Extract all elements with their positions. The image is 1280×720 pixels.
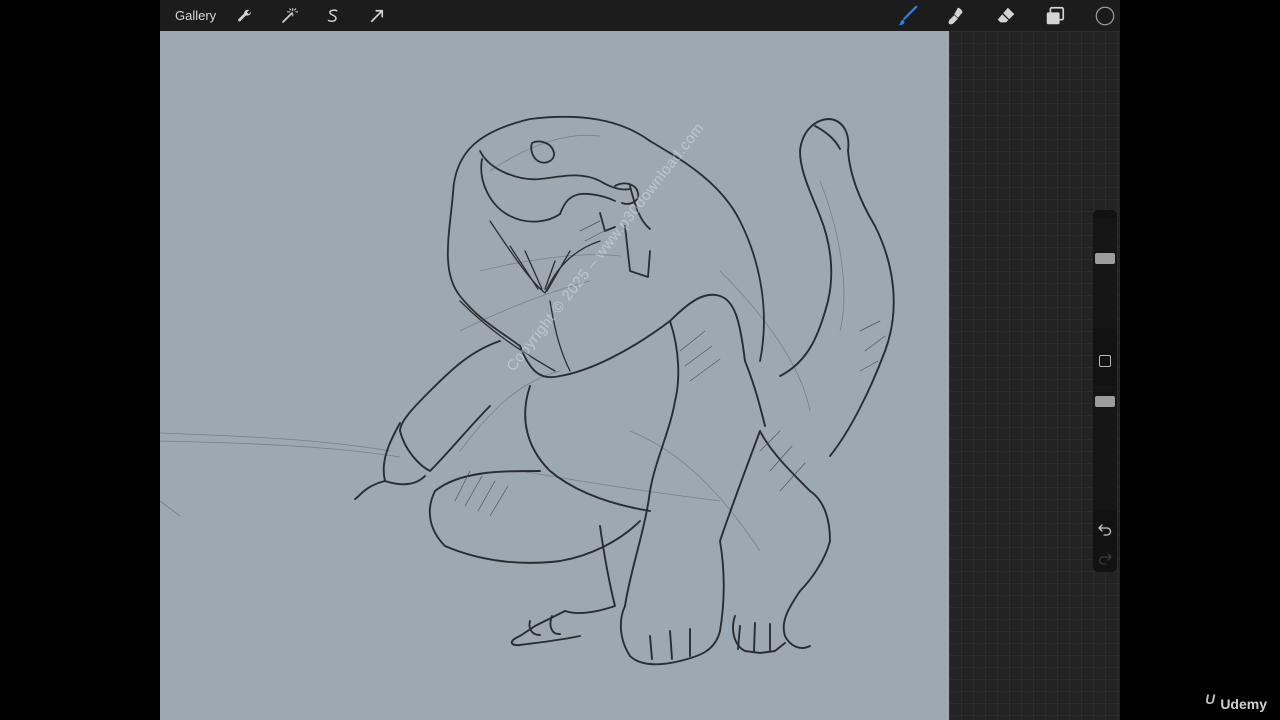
redo-icon [1098, 553, 1112, 565]
transform-button[interactable] [365, 4, 389, 28]
sketch-artwork [160, 115, 895, 666]
udemy-u-icon: ᵁ [1204, 692, 1215, 714]
actions-wrench-button[interactable] [233, 4, 257, 28]
smudge-icon [948, 7, 963, 25]
eraser-icon [997, 7, 1015, 23]
udemy-logo: ᵁ Udemy [1205, 692, 1267, 715]
brush-tool-button[interactable] [895, 3, 921, 29]
transform-arrow-icon [370, 9, 384, 22]
layers-icon [1046, 6, 1065, 25]
brush-size-thumb[interactable] [1095, 253, 1115, 264]
layers-button[interactable] [1042, 3, 1068, 29]
color-picker-button[interactable] [1092, 3, 1118, 29]
selection-button[interactable] [321, 4, 345, 28]
brush-size-slider[interactable] [1093, 218, 1117, 328]
side-toolbar [1093, 210, 1117, 572]
eraser-tool-button[interactable] [993, 3, 1019, 29]
drawing-canvas[interactable]: Copyright © 2025 – www.p30download.com [160, 31, 949, 720]
undo-button[interactable] [1097, 523, 1113, 537]
gallery-button[interactable]: Gallery [175, 8, 233, 23]
smudge-tool-button[interactable] [944, 3, 970, 29]
adjustments-button[interactable] [277, 4, 301, 28]
brush-icon [898, 5, 918, 26]
top-toolbar: Gallery [160, 0, 1120, 31]
opacity-thumb[interactable] [1095, 396, 1115, 407]
modify-square-icon[interactable] [1099, 355, 1111, 367]
udemy-logo-text: Udemy [1220, 695, 1267, 712]
procreate-app: Gallery Copyright © 2025 – www.p30downlo… [160, 0, 1120, 720]
redo-button[interactable] [1097, 552, 1113, 566]
wrench-icon [238, 9, 251, 21]
selection-icon [327, 8, 338, 22]
color-picker-icon [1095, 6, 1115, 26]
opacity-slider[interactable] [1093, 385, 1117, 510]
magic-wand-icon [282, 7, 298, 23]
undo-icon [1098, 524, 1112, 536]
